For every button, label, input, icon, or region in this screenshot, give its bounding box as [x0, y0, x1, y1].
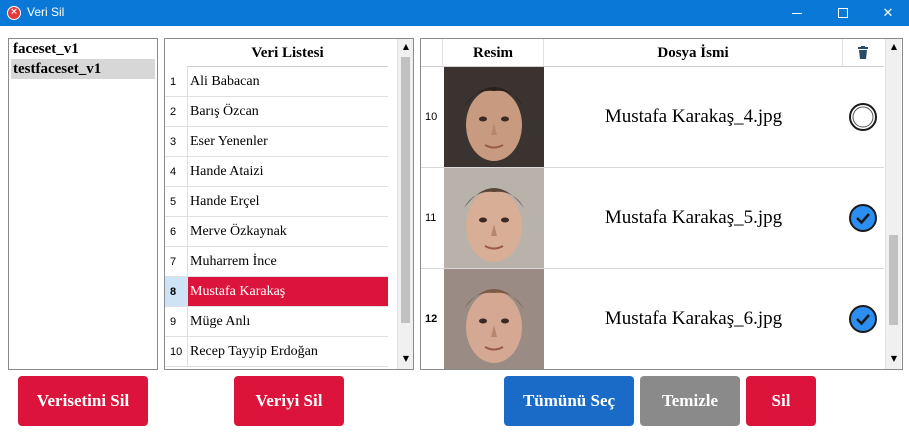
list-item[interactable]: 5 Hande Erçel	[165, 187, 388, 217]
scroll-down-icon[interactable]: ▼	[886, 351, 902, 367]
maximize-button[interactable]	[820, 0, 866, 26]
delete-data-button[interactable]: Veriyi Sil	[234, 376, 344, 426]
title-bar: × Veri Sil ✕	[0, 0, 909, 26]
image-column-header: Resim	[443, 39, 544, 66]
delete-dataset-button[interactable]: Verisetini Sil	[18, 376, 148, 426]
list-item-name[interactable]: Hande Ataizi	[187, 157, 388, 186]
delete-checkbox[interactable]	[843, 168, 883, 268]
file-column-header: Dosya İsmi	[544, 39, 843, 66]
face-photo	[443, 168, 544, 268]
file-name: Mustafa Karakaş_4.jpg	[604, 106, 783, 127]
checked-icon[interactable]	[848, 203, 878, 233]
row-number: 12	[425, 313, 438, 325]
delete-checkbox[interactable]	[843, 269, 883, 369]
list-item-number: 10	[170, 346, 183, 358]
face-thumbnail	[443, 67, 544, 167]
window-title: Veri Sil	[27, 5, 65, 19]
list-item-number: 6	[170, 226, 177, 238]
dataset-item[interactable]: faceset_v1	[9, 39, 157, 59]
list-item-number: 8	[165, 277, 187, 306]
list-item-name[interactable]: Ali Babacan	[187, 67, 388, 96]
list-item-number: 5	[170, 196, 177, 208]
close-icon: ✕	[882, 5, 894, 21]
list-item-number: 2	[170, 106, 177, 118]
list-item-name[interactable]: Muharrem İnce	[187, 247, 388, 276]
delete-column-header	[843, 39, 883, 66]
list-item-number: 1	[170, 76, 177, 88]
scroll-up-icon[interactable]: ▲	[886, 39, 902, 55]
minimize-icon	[792, 12, 802, 14]
image-cell	[443, 67, 544, 167]
unchecked-icon[interactable]	[848, 102, 878, 132]
list-item-number: 7	[170, 256, 177, 268]
select-all-button[interactable]: Tümünü Seç	[504, 376, 634, 426]
list-item-name[interactable]: Müge Anlı	[187, 307, 388, 336]
list-item-name[interactable]: Eser Yenenler	[187, 127, 388, 156]
scroll-thumb[interactable]	[401, 57, 410, 323]
list-item[interactable]: 1 Ali Babacan	[165, 67, 388, 97]
list-item-number: 9	[170, 316, 177, 328]
face-thumbnail	[443, 168, 544, 268]
checked-icon[interactable]	[848, 304, 878, 334]
scroll-up-icon[interactable]: ▲	[398, 39, 413, 55]
data-list: Veri Listesi 1 Ali Babacan 2 Barış Özcan 3 Es…	[164, 38, 414, 370]
list-item-name[interactable]: Mustafa Karakaş	[187, 277, 388, 306]
delete-checkbox[interactable]	[843, 67, 883, 167]
image-cell	[443, 168, 544, 268]
list-item-name[interactable]: Recep Tayyip Erdoğan	[187, 337, 388, 366]
list-item[interactable]: 3 Eser Yenenler	[165, 127, 388, 157]
data-list-header: Veri Listesi	[187, 39, 388, 67]
close-button[interactable]: ✕	[865, 0, 909, 26]
maximize-icon	[838, 8, 848, 18]
list-item-name[interactable]: Hande Erçel	[187, 187, 388, 216]
image-grid-scrollbar[interactable]: ▲ ▼	[885, 39, 901, 369]
data-list-rows: 1 Ali Babacan 2 Barış Özcan 3 Eser Yenenler 4 H…	[165, 67, 388, 367]
image-grid-rows: 10 Mustafa Karakaş_4.jpg 11 Mustafa Karakaş…	[421, 67, 884, 369]
row-number: 10	[425, 111, 438, 123]
list-item-number: 3	[170, 136, 177, 148]
table-row[interactable]: 11 Mustafa Karakaş_5.jpg	[421, 168, 884, 269]
scroll-thumb[interactable]	[889, 235, 898, 325]
list-item-number: 4	[170, 166, 177, 178]
data-list-scrollbar[interactable]: ▲ ▼	[397, 39, 413, 369]
minimize-button[interactable]	[774, 0, 820, 26]
list-item[interactable]: 7 Muharrem İnce	[165, 247, 388, 277]
table-row[interactable]: 10 Mustafa Karakaş_4.jpg	[421, 67, 884, 168]
list-item[interactable]: 2 Barış Özcan	[165, 97, 388, 127]
delete-button[interactable]: Sil	[746, 376, 816, 426]
list-item[interactable]: 10 Recep Tayyip Erdoğan	[165, 337, 388, 367]
image-grid: Resim Dosya İsmi 10 Mustafa Karakaş_4.jpg…	[420, 38, 903, 370]
row-number: 11	[425, 212, 437, 224]
list-item-name[interactable]: Merve Özkaynak	[187, 217, 388, 246]
scroll-down-icon[interactable]: ▼	[398, 351, 413, 367]
list-item-name[interactable]: Barış Özcan	[187, 97, 388, 126]
file-name: Mustafa Karakaş_6.jpg	[604, 308, 783, 329]
image-grid-header: Resim Dosya İsmi	[421, 39, 884, 67]
app-icon: ×	[7, 6, 21, 20]
list-item[interactable]: 9 Müge Anlı	[165, 307, 388, 337]
list-item[interactable]: 4 Hande Ataizi	[165, 157, 388, 187]
list-item[interactable]: 6 Merve Özkaynak	[165, 217, 388, 247]
table-row[interactable]: 12 Mustafa Karakaş_6.jpg	[421, 269, 884, 369]
dataset-list[interactable]: faceset_v1 testfaceset_v1	[8, 38, 158, 370]
face-photo	[443, 67, 544, 167]
list-item[interactable]: 8 Mustafa Karakaş	[165, 277, 388, 307]
image-cell	[443, 269, 544, 369]
clear-button[interactable]: Temizle	[640, 376, 740, 426]
row-number-header	[421, 39, 443, 66]
file-name: Mustafa Karakaş_5.jpg	[604, 207, 783, 228]
face-photo	[443, 269, 544, 369]
dataset-item-selected[interactable]: testfaceset_v1	[11, 59, 155, 79]
face-thumbnail	[443, 269, 544, 369]
trash-icon	[858, 45, 868, 59]
